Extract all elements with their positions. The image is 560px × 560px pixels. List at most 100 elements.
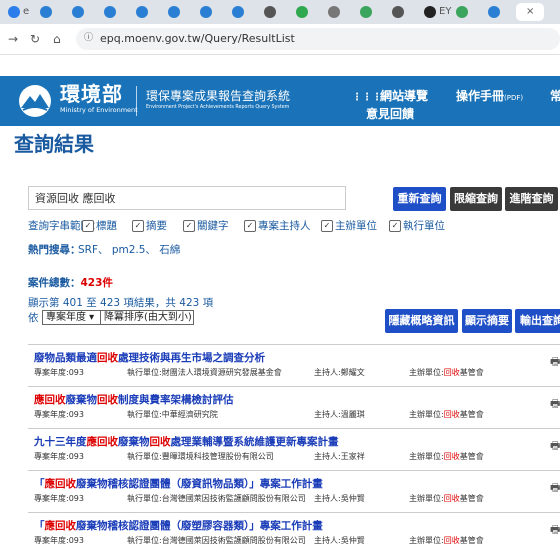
- print-icon[interactable]: 🖶: [550, 395, 560, 414]
- print-icon[interactable]: 🖶: [550, 521, 560, 540]
- browser-tab[interactable]: EY: [420, 3, 452, 21]
- result-executor: 執行單位:台灣德國萊因技術監護顧問股份有限公司: [127, 494, 306, 503]
- browser-tab[interactable]: [452, 3, 480, 21]
- forward-icon[interactable]: →: [8, 30, 18, 48]
- print-icon[interactable]: 🖶: [550, 353, 560, 372]
- tab-label: e: [23, 6, 30, 17]
- tab-favicon-icon: [488, 6, 500, 18]
- tab-favicon-icon: [40, 6, 52, 18]
- total-value: 423件: [80, 277, 113, 289]
- browser-tab[interactable]: [36, 3, 64, 21]
- browser-tab[interactable]: [292, 3, 320, 21]
- result-executor: 執行單位:財團法人環境資源研究發展基金會: [127, 368, 282, 377]
- browser-tab[interactable]: [100, 3, 128, 21]
- browser-tab[interactable]: [68, 3, 96, 21]
- result-executor: 執行單位:豐暉環境科技管理股份有限公司: [127, 452, 274, 461]
- browser-tab[interactable]: [228, 3, 256, 21]
- sitemap-icon: ⋮⋮⋮: [352, 92, 382, 103]
- result-pi: 主持人:王家祥: [314, 452, 365, 461]
- scope-option-label: 關鍵字: [197, 220, 229, 232]
- scope-option-label: 執行單位: [403, 220, 445, 232]
- browser-tab[interactable]: [484, 3, 512, 21]
- tab-favicon-icon: [296, 6, 308, 18]
- result-year: 專案年度:093: [34, 536, 84, 545]
- tab-favicon-icon: [360, 6, 372, 18]
- export-query-button[interactable]: 輸出查詢: [515, 309, 560, 333]
- advanced-query-button[interactable]: 進階查詢: [505, 187, 558, 211]
- nav-more[interactable]: 常: [550, 88, 560, 104]
- result-title-link[interactable]: 九十三年度應回收廢棄物回收處理業輔導暨系統維護更新專案計畫: [34, 435, 339, 449]
- refine-query-button[interactable]: 限縮查詢: [450, 187, 502, 211]
- scope-option-label: 標題: [96, 220, 117, 232]
- tab-label: EY: [439, 6, 452, 17]
- scope-checkbox[interactable]: ✓: [389, 220, 401, 232]
- sort-field-value: 專案年度: [46, 312, 86, 323]
- sort-order-select[interactable]: 降冪排序(由大到小): [100, 310, 194, 325]
- url-field[interactable]: ⓘ epq.moenv.gov.tw/Query/ResultList: [76, 28, 560, 50]
- browser-tab[interactable]: [356, 3, 384, 21]
- browser-tab[interactable]: [132, 3, 160, 21]
- nav-manual-label: 操作手冊: [456, 89, 505, 103]
- moenv-logo-icon[interactable]: [16, 84, 54, 118]
- result-title-link[interactable]: 「應回收廢棄物稽核認證團體（廢塑膠容器類）」專案工作計畫: [34, 519, 323, 533]
- brand: 環境部 Ministry of Environment: [60, 83, 138, 115]
- show-abstract-button[interactable]: 顯示摘要: [462, 309, 512, 333]
- result-pi: 主持人:溫麗琪: [314, 410, 365, 419]
- requery-button[interactable]: 重新查詢: [393, 187, 446, 211]
- browser-tab[interactable]: e: [4, 3, 32, 21]
- page-title: 查詢結果: [14, 132, 94, 156]
- result-host: 主辦單位:回收基管會: [409, 452, 484, 461]
- site-info-icon[interactable]: ⓘ: [84, 33, 94, 43]
- result-item: 應回收廢棄物回收制度與費率架構檢討評估 專案年度:093 執行單位:中華經濟研究院 主…: [28, 386, 560, 429]
- browser-tab[interactable]: [388, 3, 416, 21]
- nav-manual[interactable]: 操作手冊(PDF): [456, 88, 523, 106]
- home-icon[interactable]: ⌂: [53, 30, 61, 48]
- scope-checkbox[interactable]: ✓: [321, 220, 333, 232]
- browser-tab[interactable]: [324, 3, 352, 21]
- tab-favicon-icon: [200, 6, 212, 18]
- result-title-link[interactable]: 廢物品類最適回收處理技術與再生市場之調查分析: [34, 351, 265, 365]
- tab-favicon-icon: [328, 6, 340, 18]
- scope-checkbox[interactable]: ✓: [244, 220, 256, 232]
- tab-favicon-icon: [8, 6, 20, 18]
- scope-option-label: 主辦單位: [335, 220, 377, 232]
- result-item: 「應回收廢棄物稽核認證團體（廢塑膠容器類）」專案工作計畫專案年度:093 執行單位…: [28, 512, 560, 555]
- result-pi: 主持人:吳仲賢: [314, 494, 365, 503]
- result-title-link[interactable]: 「應回收廢棄物稽核認證團體（廢資訊物品類）」專案工作計畫: [34, 477, 323, 491]
- result-pi: 主持人:吳仲賢: [314, 536, 365, 545]
- browser-tab[interactable]: [196, 3, 224, 21]
- result-item: 「應回收廢棄物稽核認證團體（廢資訊物品類）」專案工作計畫 專案年度:093 執行單位…: [28, 470, 560, 513]
- brand-subtitle: Ministry of Environment: [60, 106, 138, 114]
- browser-tab[interactable]: [164, 3, 192, 21]
- nav-feedback[interactable]: 意見回饋: [366, 106, 414, 122]
- system-subtitle: Environment Project's Achievements Repor…: [146, 105, 290, 110]
- browser-tab[interactable]: [260, 3, 288, 21]
- scope-checkbox[interactable]: ✓: [183, 220, 195, 232]
- result-executor: 執行單位:中華經濟研究院: [127, 410, 218, 419]
- scope-option-label: 摘要: [146, 220, 167, 232]
- tab-favicon-icon: [72, 6, 84, 18]
- result-executor: 執行單位:台灣德國萊因技術監護顧問股份有限公司: [127, 536, 306, 545]
- nav-manual-pdf: (PDF): [504, 94, 524, 102]
- total-label: 案件總數：: [28, 277, 81, 289]
- search-box: [28, 186, 346, 210]
- tab-favicon-icon: [168, 6, 180, 18]
- scope-checkbox[interactable]: ✓: [132, 220, 144, 232]
- result-year: 專案年度:093: [34, 368, 84, 377]
- tab-favicon-icon: [424, 6, 436, 18]
- hot-search-links[interactable]: SRF、 pm2.5、 石綿: [78, 242, 180, 258]
- tab-label: ×: [526, 6, 535, 17]
- nav-sitemap[interactable]: 網站導覽: [380, 88, 428, 104]
- search-input[interactable]: [29, 187, 345, 209]
- scope-checkbox[interactable]: ✓: [82, 220, 94, 232]
- print-icon[interactable]: 🖶: [550, 437, 560, 456]
- result-pi: 主持人:鄭耀文: [314, 368, 365, 377]
- reload-icon[interactable]: ↻: [30, 30, 40, 48]
- result-host: 主辦單位:回收基管會: [409, 410, 484, 419]
- browser-tab[interactable]: ×: [516, 3, 544, 21]
- sort-by-label: 依: [28, 312, 39, 324]
- browser-tab-bar: e EY ×: [0, 0, 560, 24]
- print-icon[interactable]: 🖶: [550, 479, 560, 498]
- result-title-link[interactable]: 應回收廢棄物回收制度與費率架構檢討評估: [34, 393, 234, 407]
- hide-summary-button[interactable]: 隱藏概略資訊: [385, 309, 458, 333]
